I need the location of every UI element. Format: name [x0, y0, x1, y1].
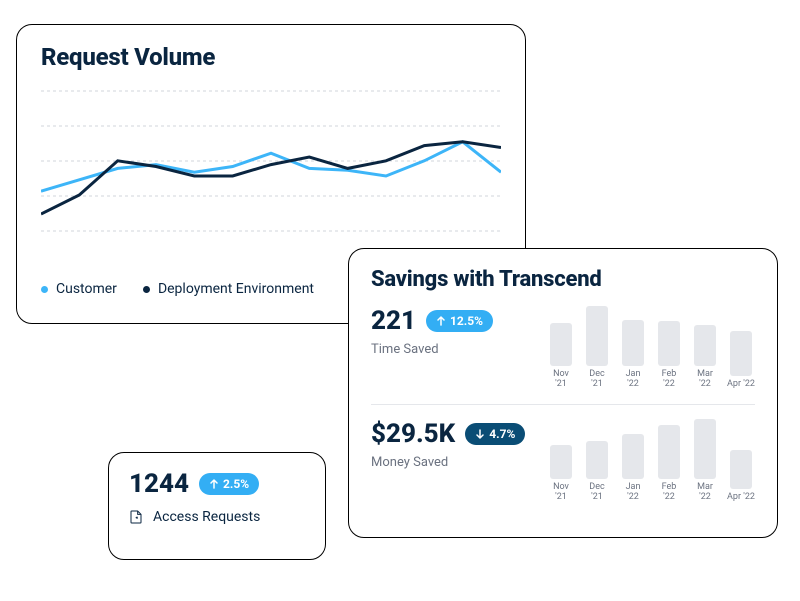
time-saved-bars: Nov '21 Dec '21 Jan '22 Feb '22 Mar '22 Apr '…: [547, 306, 755, 390]
time-saved-metric: 221 12.5% Time Saved: [371, 306, 533, 357]
legend-dot-icon: [41, 286, 48, 293]
metric-label: Money Saved: [371, 455, 533, 470]
bar-column: Jan '22: [619, 434, 647, 503]
bar-label: Feb '22: [655, 370, 683, 390]
bar: [694, 325, 716, 366]
metric-value: 221: [371, 306, 416, 336]
delta-badge: 12.5%: [426, 310, 493, 332]
bar-label: Dec '21: [583, 483, 611, 503]
bar: [694, 419, 716, 479]
chart-gridlines: [41, 91, 501, 231]
delta-value: 12.5%: [450, 314, 483, 328]
time-saved-row: 221 12.5% Time Saved Nov '21 Dec '21 Jan '…: [371, 306, 755, 405]
money-saved-bars: Nov '21 Dec '21 Jan '22 Feb '22 Mar '22 Apr '…: [547, 419, 755, 503]
delta-value: 4.7%: [489, 427, 515, 441]
bar-label: Jan '22: [619, 370, 647, 390]
money-saved-metric: $29.5K 4.7% Money Saved: [371, 419, 533, 470]
legend-dot-icon: [143, 286, 150, 293]
bar-column: Dec '21: [583, 441, 611, 502]
arrow-down-icon: [475, 429, 485, 439]
bar-column: Apr '22: [727, 450, 755, 503]
bar-column: Feb '22: [655, 321, 683, 390]
bar-column: Jan '22: [619, 320, 647, 390]
bar-label: Jan '22: [619, 483, 647, 503]
delta-value: 2.5%: [223, 477, 249, 491]
delta-badge: 4.7%: [465, 423, 525, 445]
bar: [658, 321, 680, 366]
bar: [622, 320, 644, 367]
bar-column: Mar '22: [691, 325, 719, 390]
bar: [622, 434, 644, 479]
metric-value: 1244: [129, 469, 189, 499]
bar-label: Mar '22: [691, 370, 719, 390]
metric-label: Access Requests: [153, 509, 260, 525]
request-volume-chart: [41, 81, 501, 271]
bar: [550, 445, 572, 479]
bar: [730, 331, 752, 376]
bar-column: Apr '22: [727, 331, 755, 390]
bar-label: Mar '22: [691, 483, 719, 503]
access-requests-card: 1244 2.5% Access Requests: [108, 452, 326, 560]
line-chart-svg: [41, 81, 501, 271]
legend-label: Deployment Environment: [158, 281, 314, 297]
bar-label: Feb '22: [655, 483, 683, 503]
bar: [550, 323, 572, 367]
bar: [730, 450, 752, 489]
arrow-up-icon: [209, 479, 219, 489]
bar: [658, 425, 680, 479]
bar-label: Nov '21: [547, 370, 575, 390]
metric-label: Time Saved: [371, 342, 533, 357]
legend-label: Customer: [56, 281, 117, 297]
card-title: Savings with Transcend: [371, 267, 755, 292]
bar-column: Dec '21: [583, 306, 611, 390]
bar-label: Apr '22: [727, 380, 755, 390]
delta-badge: 2.5%: [199, 473, 259, 495]
bar-label: Apr '22: [727, 493, 755, 503]
bar-label: Dec '21: [583, 370, 611, 390]
legend-item-deployment: Deployment Environment: [143, 281, 314, 297]
access-request-icon: [129, 509, 145, 525]
metric-value: $29.5K: [371, 419, 455, 449]
bar-column: Mar '22: [691, 419, 719, 503]
savings-card: Savings with Transcend 221 12.5% Time Sa…: [348, 248, 778, 538]
bar-column: Nov '21: [547, 323, 575, 390]
money-saved-row: $29.5K 4.7% Money Saved Nov '21 Dec '21 Ja…: [371, 419, 755, 503]
bar-column: Nov '21: [547, 445, 575, 503]
card-title: Request Volume: [41, 43, 501, 71]
arrow-up-icon: [436, 316, 446, 326]
bar: [586, 306, 608, 366]
legend-item-customer: Customer: [41, 281, 117, 297]
bar: [586, 441, 608, 479]
bar-column: Feb '22: [655, 425, 683, 503]
bar-label: Nov '21: [547, 483, 575, 503]
